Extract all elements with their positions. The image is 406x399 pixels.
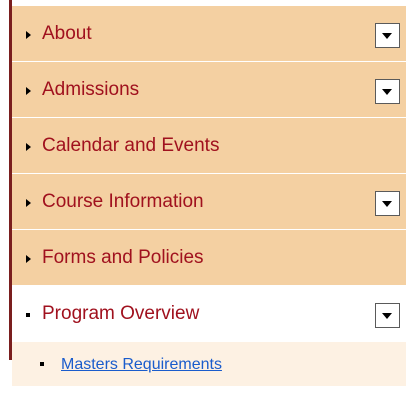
triangle-right-icon	[26, 199, 31, 207]
dropdown-arrow-icon[interactable]	[375, 191, 400, 216]
menu-item-label: Forms and Policies	[42, 247, 204, 268]
menu-item-label: Program Overview	[42, 303, 200, 324]
page: About Admissions Calendar and Events Cou…	[0, 0, 406, 399]
menu-item-label: Course Information	[42, 191, 204, 212]
dropdown-arrow-icon[interactable]	[375, 23, 400, 48]
menu-item-program-overview[interactable]: Program Overview	[12, 286, 406, 342]
menu-item-forms-and-policies[interactable]: Forms and Policies	[12, 230, 406, 286]
triangle-right-icon	[26, 31, 31, 39]
dropdown-arrow-icon[interactable]	[375, 79, 400, 104]
submenu-item-masters-requirements: Masters Requirements	[12, 342, 406, 386]
menu-item-course-information[interactable]: Course Information	[12, 174, 406, 230]
menu-item-calendar-and-events[interactable]: Calendar and Events	[12, 118, 406, 174]
menu-item-label: Calendar and Events	[42, 135, 220, 156]
side-menu: About Admissions Calendar and Events Cou…	[12, 6, 406, 386]
menu-item-admissions[interactable]: Admissions	[12, 62, 406, 118]
menu-item-label: Admissions	[42, 79, 140, 100]
triangle-right-icon	[26, 143, 31, 151]
square-bullet-icon	[26, 313, 30, 317]
triangle-right-icon	[26, 255, 31, 263]
triangle-right-icon	[26, 87, 31, 95]
dropdown-arrow-icon[interactable]	[375, 303, 400, 328]
square-bullet-icon	[40, 362, 44, 366]
menu-item-label: About	[42, 23, 92, 44]
menu-item-about[interactable]: About	[12, 6, 406, 62]
masters-requirements-link[interactable]: Masters Requirements	[61, 356, 222, 374]
